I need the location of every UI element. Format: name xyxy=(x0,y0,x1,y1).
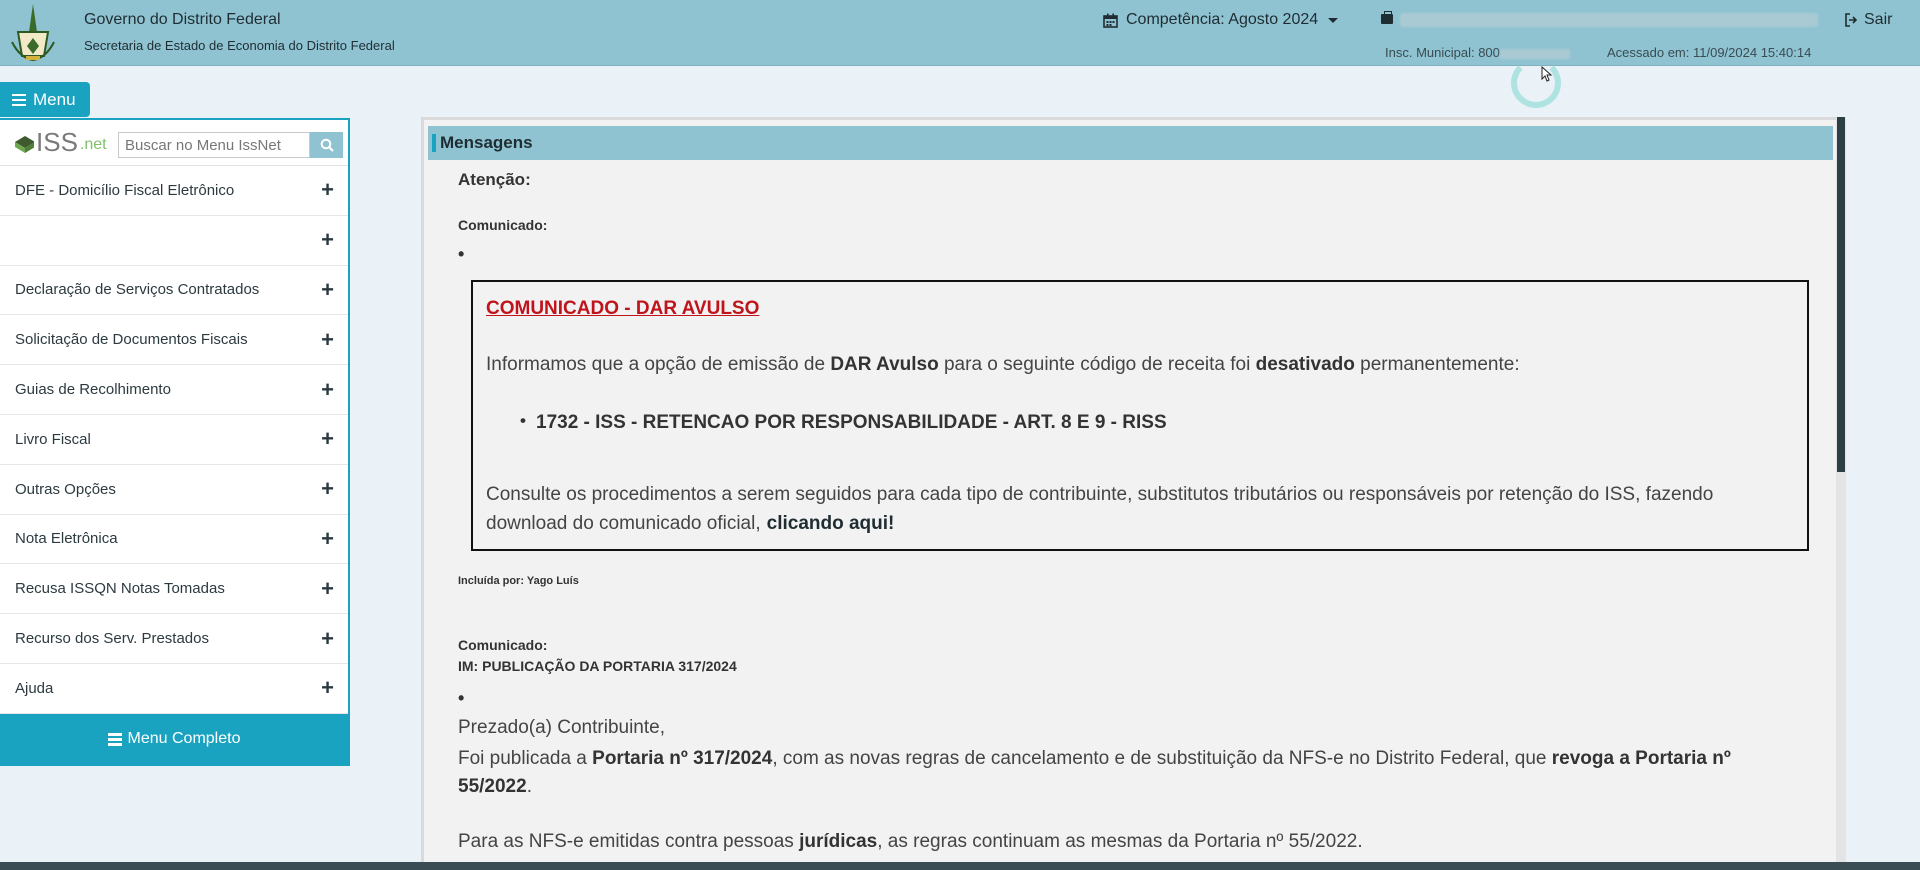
menu-toggle-button[interactable]: Menu xyxy=(0,82,90,117)
comunicado-label: Comunicado: xyxy=(458,217,548,233)
sign-out-icon xyxy=(1845,13,1858,27)
sidebar-item-dfe[interactable]: DFE - Domicílio Fiscal Eletrônico + xyxy=(0,166,348,216)
issnet-diamond-icon xyxy=(15,136,34,153)
competencia-dropdown[interactable]: Competência: Agosto 2024 xyxy=(1103,11,1339,29)
company-name-redacted xyxy=(1400,13,1818,27)
comunicado-paragraph-2: Consulte os procedimentos a serem seguid… xyxy=(486,484,1714,534)
sidebar-item-label: Outras Opções xyxy=(15,480,116,498)
issnet-logo: ISS .net xyxy=(14,129,107,155)
chevron-down-icon xyxy=(1328,17,1339,23)
plus-icon: + xyxy=(321,675,334,701)
hamburger-icon xyxy=(107,733,122,746)
calendar-icon xyxy=(1103,13,1118,28)
gov-title: Governo do Distrito Federal xyxy=(84,11,281,28)
plus-icon: + xyxy=(321,326,334,352)
plus-icon: + xyxy=(321,177,334,203)
sidebar-item-nota-eletronica[interactable]: Nota Eletrônica + xyxy=(0,515,348,565)
sidebar-item-label: Declaração de Serviços Contratados xyxy=(15,281,260,299)
sidebar-item-label: Nota Eletrônica xyxy=(15,530,118,548)
menu-completo-label: Menu Completo xyxy=(127,730,241,747)
atencao-heading: Atenção: xyxy=(458,170,531,189)
sidebar-item-label: Ajuda xyxy=(15,679,54,697)
sidebar-item-blank[interactable]: + xyxy=(0,216,348,266)
comunicado-paragraph: Informamos que a opção de emissão de DAR… xyxy=(486,354,1520,375)
sidebar-item-label: DFE - Domicílio Fiscal Eletrônico xyxy=(15,181,235,199)
mouse-cursor-icon xyxy=(1541,66,1553,82)
plus-icon: + xyxy=(321,575,334,601)
plus-icon: + xyxy=(321,227,334,253)
plus-icon: + xyxy=(321,625,334,651)
comunicado-title-2: IM: PUBLICAÇÃO DA PORTARIA 317/2024 xyxy=(458,658,737,674)
panel-scrollbar-thumb[interactable] xyxy=(1837,117,1845,472)
sidebar-item-ajuda[interactable]: Ajuda + xyxy=(0,664,348,714)
sidebar-item-label: Recusa ISSQN Notas Tomadas xyxy=(15,580,225,598)
bullet-marker: • xyxy=(458,688,465,708)
sidebar-item-label: Recurso dos Serv. Prestados xyxy=(15,630,209,648)
plus-icon: + xyxy=(321,276,334,302)
sidebar-search-row: ISS .net xyxy=(0,120,348,166)
acessado-em: Acessado em: 11/09/2024 15:40:14 xyxy=(1607,45,1812,60)
sidebar-item-solicitacao-documentos[interactable]: Solicitação de Documentos Fiscais + xyxy=(0,315,348,366)
sidebar-menu: ISS .net DFE - Domicílio Fiscal Eletrôni… xyxy=(0,118,350,766)
logout-button[interactable]: Sair xyxy=(1844,11,1892,29)
comunicado-title: COMUNICADO - DAR AVULSO xyxy=(486,298,760,319)
plus-icon: + xyxy=(321,476,334,502)
sidebar-item-label: Solicitação de Documentos Fiscais xyxy=(15,331,248,349)
panel-title: Mensagens xyxy=(428,126,1833,160)
top-header: Governo do Distrito Federal Secretaria d… xyxy=(0,0,1920,66)
hamburger-icon xyxy=(12,93,26,106)
loading-spinner-icon xyxy=(1511,58,1561,108)
comunicado-dar-avulso-box: COMUNICADO - DAR AVULSO Informamos que a… xyxy=(471,280,1809,551)
gdf-brasao-logo xyxy=(11,4,55,62)
receita-code-list-item: 1732 - ISS - RETENCAO POR RESPONSABILIDA… xyxy=(520,411,1167,434)
incluida-por: Incluída por: Yago Luís xyxy=(458,575,579,587)
sidebar-item-recurso-servicos[interactable]: Recurso dos Serv. Prestados + xyxy=(0,614,348,664)
sidebar-item-recusa-issqn[interactable]: Recusa ISSQN Notas Tomadas + xyxy=(0,564,348,615)
plus-icon: + xyxy=(321,426,334,452)
sidebar-item-declaracao-servicos[interactable]: Declaração de Serviços Contratados + xyxy=(0,266,348,316)
search-icon xyxy=(320,138,334,152)
sidebar-item-guias-recolhimento[interactable]: Guias de Recolhimento + xyxy=(0,365,348,415)
menu-completo-button[interactable]: Menu Completo xyxy=(0,714,348,764)
briefcase-icon xyxy=(1381,11,1393,24)
bullet-marker: • xyxy=(458,244,465,264)
clicando-aqui-link[interactable]: clicando aqui! xyxy=(767,513,895,534)
gov-subtitle: Secretaria de Estado de Economia do Dist… xyxy=(84,38,395,53)
inscricao-municipal: Insc. Municipal: 800 xyxy=(1385,45,1570,60)
menu-toggle-label: Menu xyxy=(33,89,76,109)
sidebar-item-label: Livro Fiscal xyxy=(15,430,91,448)
bottom-bar xyxy=(0,862,1920,870)
juridicas-paragraph: Para as NFS-e emitidas contra pessoas ju… xyxy=(458,831,1363,852)
portaria-paragraph: Foi publicada a Portaria nº 317/2024, co… xyxy=(458,748,1731,797)
sidebar-item-livro-fiscal[interactable]: Livro Fiscal + xyxy=(0,415,348,465)
sidebar-item-label: Guias de Recolhimento xyxy=(15,381,171,399)
plus-icon: + xyxy=(321,525,334,551)
plus-icon: + xyxy=(321,376,334,402)
sidebar-search-button[interactable] xyxy=(310,132,343,158)
sidebar-item-outras-opcoes[interactable]: Outras Opções + xyxy=(0,465,348,515)
sidebar-search-input[interactable] xyxy=(118,132,310,158)
logout-label: Sair xyxy=(1864,11,1893,28)
prezado-line: Prezado(a) Contribuinte, xyxy=(458,717,665,738)
comunicado-label-2: Comunicado: xyxy=(458,637,548,653)
competencia-label: Competência: Agosto 2024 xyxy=(1126,11,1319,28)
